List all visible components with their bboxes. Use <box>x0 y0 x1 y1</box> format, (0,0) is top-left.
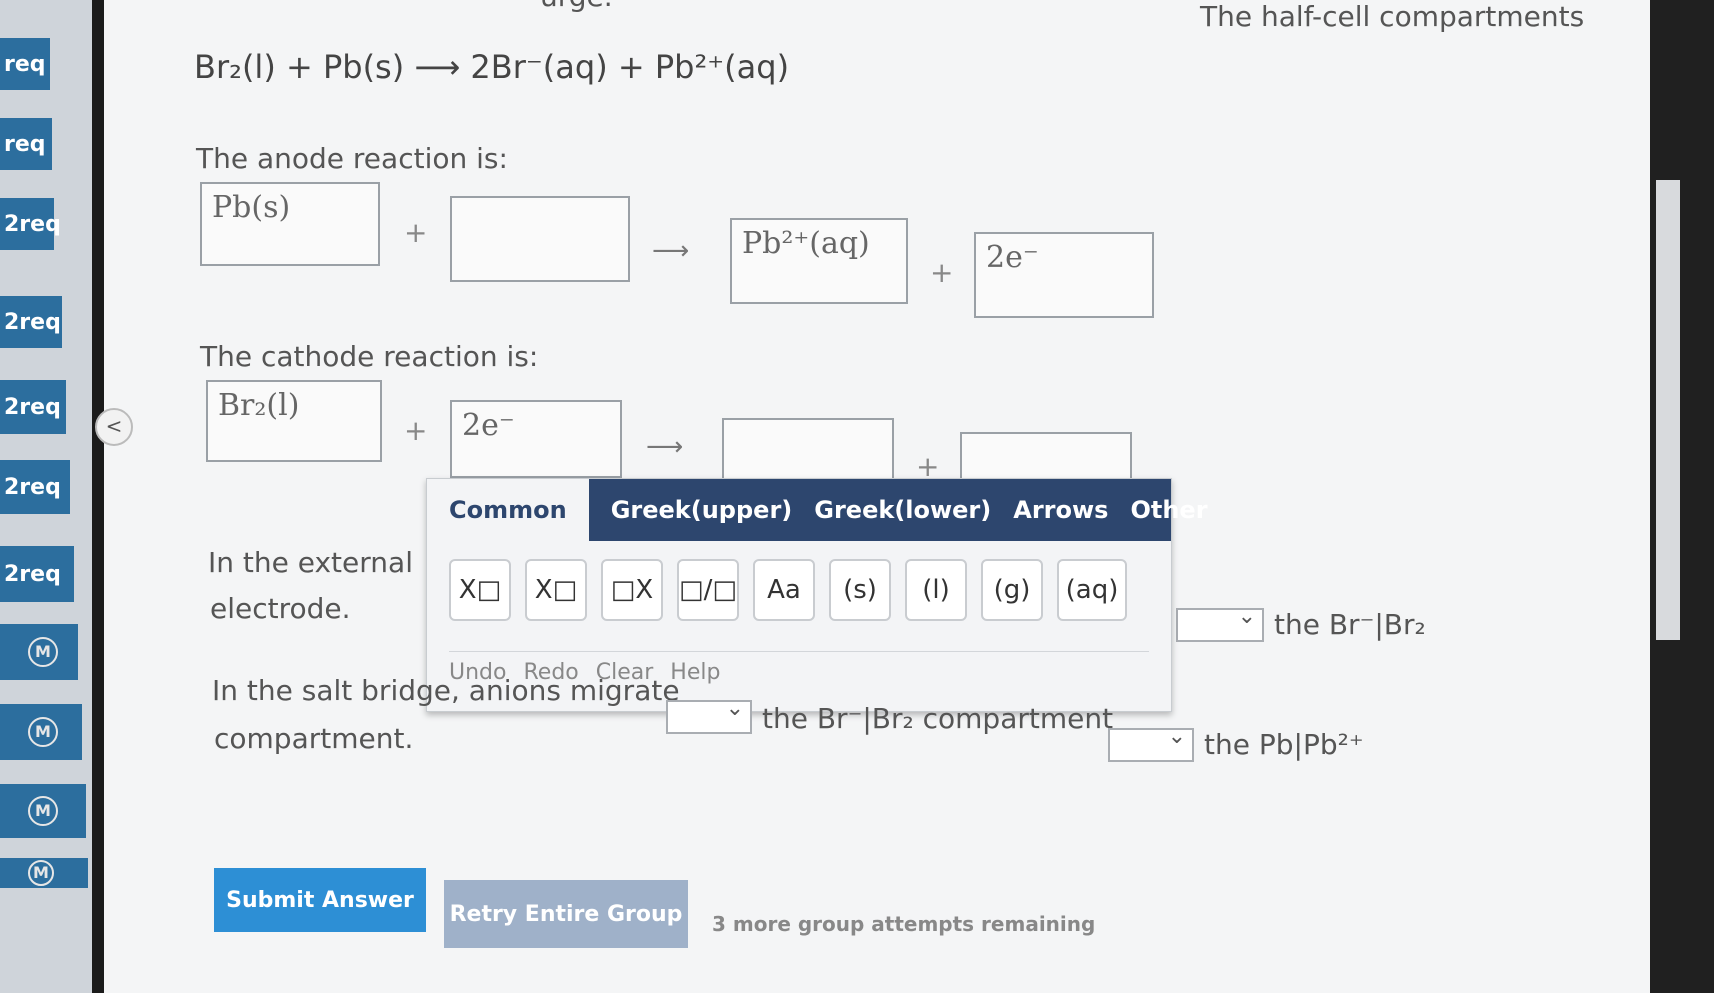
anode-product-2-input[interactable]: 2e⁻ <box>974 232 1154 318</box>
tab-arrows[interactable]: Arrows <box>1013 496 1108 524</box>
mastery-icon: M <box>28 717 58 747</box>
cation-direction-select[interactable] <box>1108 724 1194 762</box>
tab-greek-upper[interactable]: Greek(upper) <box>611 496 793 524</box>
aqueous-state-key[interactable]: (aq) <box>1057 559 1127 621</box>
salt-tail-text: the Pb|Pb²⁺ <box>1204 728 1364 761</box>
salt-bridge-text: In the salt bridge, anions migrate <box>212 674 680 707</box>
sidebar-item-4[interactable]: 2req <box>0 296 62 348</box>
anode-arrow: ⟶ <box>652 236 690 266</box>
anode-reactant-2-input[interactable] <box>450 196 630 282</box>
sidebar-divider <box>92 0 104 993</box>
sidebar-item-3[interactable]: 2req <box>0 198 61 250</box>
external-text-line2: electrode. <box>210 592 351 625</box>
salt-bridge-text-line2: compartment. <box>214 722 414 755</box>
sidebar-item-8[interactable]: M <box>0 624 78 680</box>
collapse-sidebar-button[interactable]: < <box>95 408 133 446</box>
retry-group-button[interactable]: Retry Entire Group <box>444 880 688 948</box>
fraction-key[interactable]: □/□ <box>677 559 739 621</box>
attempts-remaining: 3 more group attempts remaining <box>712 912 1096 936</box>
sidebar-item-9[interactable]: M <box>0 704 82 760</box>
cathode-label: The cathode reaction is: <box>200 340 539 373</box>
tab-greek-lower[interactable]: Greek(lower) <box>814 496 991 524</box>
sidebar-item-7[interactable]: 2req <box>0 546 74 602</box>
text-case-key[interactable]: Aa <box>753 559 815 621</box>
anion-direction-select[interactable] <box>666 696 752 734</box>
cathode-plus-1: + <box>404 414 428 447</box>
tab-other[interactable]: Other <box>1130 496 1207 524</box>
chevron-left-icon: < <box>105 414 123 438</box>
palette-tabs: Common Greek(upper) Greek(lower) Arrows … <box>427 479 1208 541</box>
sidebar-item-11[interactable]: M <box>0 858 88 888</box>
anode-plus-1: + <box>404 216 428 249</box>
sidebar-item-10[interactable]: M <box>0 784 86 838</box>
liquid-state-key[interactable]: (l) <box>905 559 967 621</box>
gas-state-key[interactable]: (g) <box>981 559 1043 621</box>
superscript-key[interactable]: X□ <box>449 559 511 621</box>
sidebar: req req 2req 2req 2req 2req 2req M M M M <box>0 0 92 993</box>
external-tail: the Br⁻|Br₂ <box>1274 608 1426 641</box>
presubscript-key[interactable]: □X <box>601 559 663 621</box>
scrollbar[interactable] <box>1650 0 1714 993</box>
tab-common[interactable]: Common <box>427 479 589 541</box>
sidebar-item-6[interactable]: 2req <box>0 460 70 514</box>
sidebar-item-5[interactable]: 2req <box>0 380 66 434</box>
mastery-icon: M <box>28 637 58 667</box>
sidebar-item-2[interactable]: req <box>0 118 52 170</box>
anode-plus-2: + <box>930 256 954 289</box>
cathode-reactant-2-input[interactable]: 2e⁻ <box>450 400 622 478</box>
anode-product-1-input[interactable]: Pb²⁺(aq) <box>730 218 908 304</box>
submit-answer-button[interactable]: Submit Answer <box>214 868 426 932</box>
top-right-fragment: The half-cell compartments <box>1200 0 1585 33</box>
cathode-reactant-1-input[interactable]: Br₂(l) <box>206 380 382 462</box>
salt-mid-text: the Br⁻|Br₂ compartment <box>762 702 1114 735</box>
mastery-icon: M <box>28 796 58 826</box>
mastery-icon: M <box>28 860 54 886</box>
scrollbar-track[interactable] <box>1656 180 1680 640</box>
external-direction-select[interactable] <box>1176 604 1264 642</box>
subscript-key[interactable]: X□ <box>525 559 587 621</box>
sidebar-item-1[interactable]: req <box>0 38 50 90</box>
anode-reactant-1-input[interactable]: Pb(s) <box>200 182 380 266</box>
external-text-line1: In the external <box>208 546 413 579</box>
palette-keys: X□ X□ □X □/□ Aa (s) (l) (g) (aq) <box>449 559 1141 621</box>
top-fragment: urge. <box>540 0 613 13</box>
solid-state-key[interactable]: (s) <box>829 559 891 621</box>
overall-equation: Br₂(l) + Pb(s) ⟶ 2Br⁻(aq) + Pb²⁺(aq) <box>194 48 790 86</box>
anode-label: The anode reaction is: <box>196 142 508 175</box>
cathode-arrow: ⟶ <box>646 432 684 462</box>
